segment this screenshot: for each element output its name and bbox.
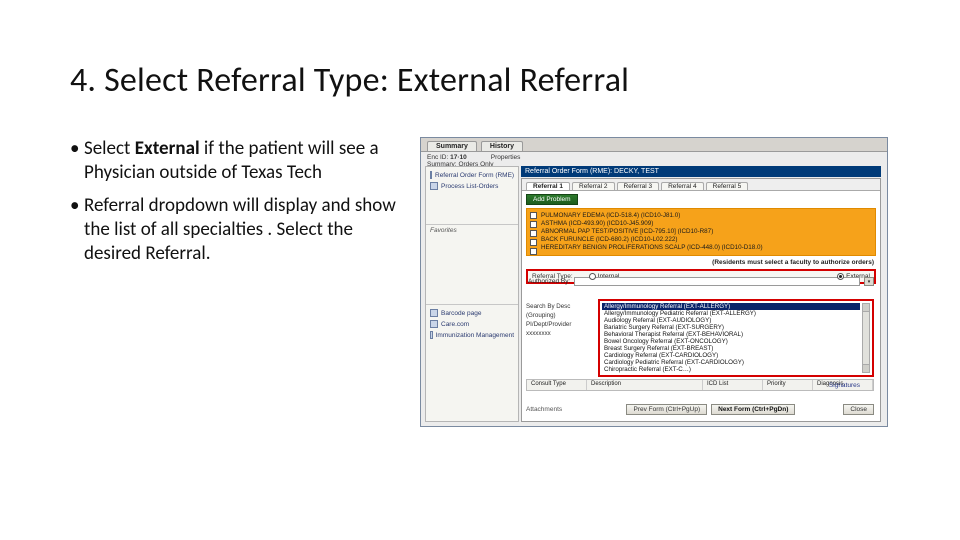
problem-checkbox[interactable] [530,230,537,237]
tab-referral-4[interactable]: Referral 4 [661,182,704,190]
resident-note: (Residents must select a faculty to auth… [522,259,874,266]
problem-item[interactable]: PULMONARY EDEMA (ICD-518.4) (ICD10-J81.0… [541,212,871,219]
result-grid-header: Consult Type Description ICD List Priori… [526,379,874,391]
problem-item[interactable]: HEREDITARY BENIGN PROLIFERATIONS SCALP (… [541,244,871,251]
tab-history[interactable]: History [481,141,523,151]
list-item[interactable]: Cardiology Pediatric Referral (EXT-CARDI… [602,359,860,366]
list-item[interactable]: Breast Surgery Referral (EXT-BREAST) [602,345,860,352]
list-item[interactable]: Bariatric Surgery Referral (EXT-SURGERY) [602,324,860,331]
doc-icon [430,309,438,317]
problem-checkbox[interactable] [530,221,537,228]
tab-referral-5[interactable]: Referral 5 [706,182,749,190]
authorized-by-dropdown-icon[interactable]: ▾ [864,277,874,286]
problem-list: PULMONARY EDEMA (ICD-518.4) (ICD10-J81.0… [526,208,876,256]
bullet-2: Referral dropdown will display and show … [84,194,400,267]
left-item-referral-form[interactable]: Referral Order Form (RME) [430,171,514,179]
referral-listbox[interactable]: Allergy/Immunology Referral (EXT-ALLERGY… [598,299,874,377]
next-form-button[interactable]: Next Form (Ctrl+PgDn) [711,404,795,415]
tab-referral-2[interactable]: Referral 2 [572,182,615,190]
doc-icon [430,320,438,328]
list-item[interactable]: Chiropractic Referral (EXT-C…) [602,366,860,373]
form-title-bar: Referral Order Form (RME): DECKY, TEST [521,166,881,177]
problem-checkbox[interactable] [530,248,537,255]
list-item[interactable]: Bowel Oncology Referral (EXT-ONCOLOGY) [602,338,860,345]
authorized-by-input[interactable] [574,277,860,286]
list-item[interactable]: Allergy/Immunology Pediatric Referral (E… [602,310,860,317]
left-item-immunization[interactable]: Immunization Management [430,331,514,339]
search-by-label: Search By Desc [526,303,596,310]
list-icon [430,182,438,190]
authorized-by-label: Authorized By: [528,278,570,285]
left-item-carecom[interactable]: Care.com [430,320,514,328]
bullet-1: Select External if the patient will see … [84,137,400,186]
app-screenshot: Summary History Enc ID: 17·10 Properties… [420,137,888,427]
left-item-barcode[interactable]: Barcode page [430,309,514,317]
prev-form-button[interactable]: Prev Form (Ctrl+PgUp) [626,404,707,415]
problem-item[interactable]: ASTHMA (ICD-493.90) (ICD10-J45.909) [541,220,871,227]
form-panel: Referral 1 Referral 2 Referral 3 Referra… [521,178,881,422]
list-item[interactable]: Behavioral Therapist Referral (EXT-BEHAV… [602,331,860,338]
grouping-label: (Grouping) [526,312,596,319]
tab-referral-3[interactable]: Referral 3 [617,182,660,190]
tab-summary[interactable]: Summary [427,141,477,151]
doc-icon [430,331,433,339]
signatures-link[interactable]: Signatures [829,382,860,389]
list-item[interactable]: Allergy/Immunology Referral (EXT-ALLERGY… [602,303,860,310]
favorites-label: Favorites [426,225,518,236]
bullet-list: • Select External if the patient will se… [70,137,400,275]
problem-item[interactable]: ABNORMAL PAP TEST/POSITIVE [ICD-795.10] … [541,228,871,235]
list-item[interactable]: Audiology Referral (EXT-AUDIOLOGY) [602,317,860,324]
slide-title: 4. Select Referral Type: External Referr… [70,60,890,101]
problem-item[interactable]: BACK FURUNCLE (ICD-680.2) (ICD10-L02.222… [541,236,871,243]
provider-label: PI/Dept/Provider [526,321,596,328]
tab-referral-1[interactable]: Referral 1 [526,182,570,190]
code-label: xxxxxxxx [526,330,596,337]
list-item[interactable]: Cardiology Referral (EXT-CARDIOLOGY) [602,352,860,359]
close-button[interactable]: Close [843,404,874,415]
add-problem-button[interactable]: Add Problem [526,194,578,205]
form-icon [430,171,432,179]
problem-checkbox[interactable] [530,212,537,219]
left-panel: Referral Order Form (RME) Process List-O… [425,166,519,422]
scrollbar[interactable] [862,303,870,373]
problem-checkbox[interactable] [530,239,537,246]
attachments-label: Attachments [526,406,562,413]
left-item-process-orders[interactable]: Process List-Orders [430,182,514,190]
referral-tabs: Referral 1 Referral 2 Referral 3 Referra… [522,179,880,191]
